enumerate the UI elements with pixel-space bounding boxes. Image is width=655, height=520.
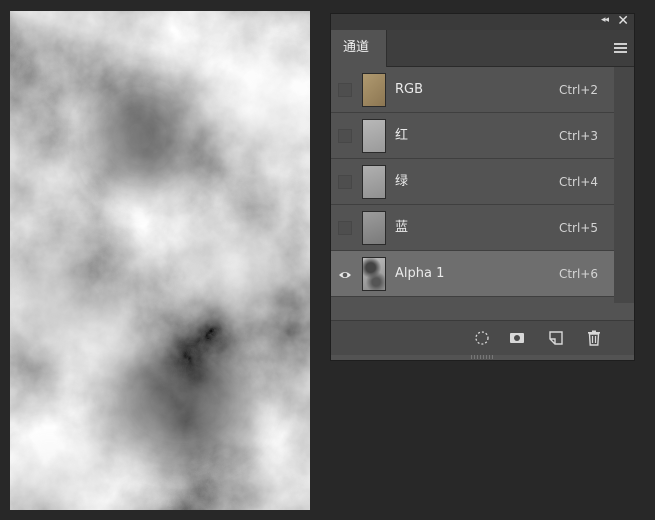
panel-footer	[331, 320, 634, 355]
channels-panel: ◂◂ ✕ 通道 RGB Ctrl+2 红 Ctrl+3 绿 Ctrl+4 蓝 C…	[330, 13, 635, 361]
channel-row-green[interactable]: 绿 Ctrl+4	[331, 159, 615, 205]
channel-thumbnail	[362, 257, 386, 291]
clouds-render-image	[10, 11, 310, 510]
channel-thumbnail	[362, 211, 386, 245]
panel-resize-grip[interactable]	[470, 355, 495, 359]
channel-thumbnail	[362, 165, 386, 199]
channel-shortcut: Ctrl+6	[558, 267, 598, 281]
save-selection-as-channel-icon[interactable]	[508, 329, 526, 347]
trash-icon[interactable]	[585, 329, 603, 347]
channel-label: Alpha 1	[395, 266, 445, 281]
channel-shortcut: Ctrl+4	[558, 175, 598, 189]
tab-channels[interactable]: 通道	[331, 30, 387, 67]
eye-icon	[339, 272, 351, 278]
close-icon[interactable]: ✕	[617, 13, 629, 29]
channel-thumbnail	[362, 73, 386, 107]
new-channel-icon[interactable]	[547, 329, 565, 347]
visibility-toggle[interactable]	[338, 267, 352, 281]
channel-row-rgb[interactable]: RGB Ctrl+2	[331, 67, 615, 113]
channel-shortcut: Ctrl+3	[558, 129, 598, 143]
channel-label: 绿	[395, 174, 409, 189]
channel-shortcut: Ctrl+5	[558, 221, 598, 235]
panel-tab-row: 通道	[331, 30, 634, 67]
visibility-toggle[interactable]	[338, 221, 352, 235]
document-canvas[interactable]	[10, 11, 310, 510]
channel-label: 红	[395, 128, 409, 143]
visibility-toggle[interactable]	[338, 175, 352, 189]
channel-thumbnail	[362, 119, 386, 153]
double-chevron-left-icon[interactable]: ◂◂	[601, 15, 609, 25]
panel-titlebar[interactable]: ◂◂ ✕	[331, 13, 634, 30]
visibility-toggle[interactable]	[338, 129, 352, 143]
channel-label: RGB	[395, 82, 424, 97]
channel-row-alpha-1[interactable]: Alpha 1 Ctrl+6	[331, 251, 615, 297]
scrollbar[interactable]	[614, 67, 634, 303]
channel-label: 蓝	[395, 220, 409, 235]
channel-row-blue[interactable]: 蓝 Ctrl+5	[331, 205, 615, 251]
hamburger-menu-icon[interactable]	[614, 43, 627, 53]
load-selection-icon[interactable]	[473, 329, 491, 347]
visibility-toggle[interactable]	[338, 83, 352, 97]
channel-row-red[interactable]: 红 Ctrl+3	[331, 113, 615, 159]
channel-list: RGB Ctrl+2 红 Ctrl+3 绿 Ctrl+4 蓝 Ctrl+5 Al…	[331, 67, 615, 303]
channel-shortcut: Ctrl+2	[558, 83, 598, 97]
